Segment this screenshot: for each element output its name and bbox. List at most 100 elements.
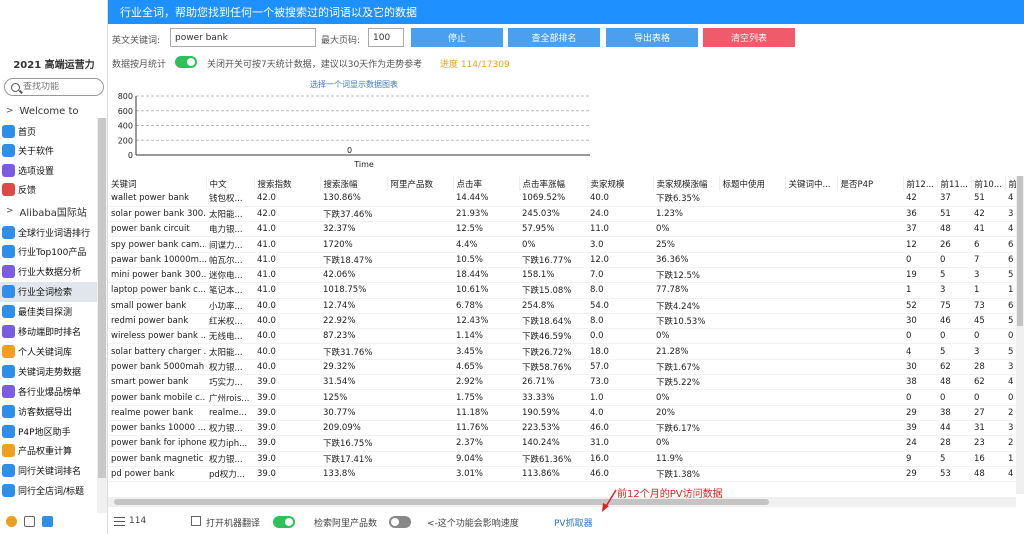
monthly-hint: 关闭开关可按7天统计数据，建议以30天作为走势参考 [207,60,423,70]
monthly-stats-toggle[interactable] [175,56,197,68]
table-row[interactable]: laptop power bank c... 笔记本... 41.0 1018.75%… [108,282,1016,299]
clear-list-button[interactable]: 清空列表 [703,28,795,47]
table-row[interactable]: pawar bank 10000m... 帕瓦尔... 41.0 下跌18.47% 10… [108,252,1016,268]
table-row[interactable]: power bank circuit 电力银... 41.0 32.37% 12.5% 5… [108,221,1016,238]
table-cell: 间谍力... [206,236,254,253]
column-header[interactable]: 搜索涨幅 [320,176,388,191]
table-cell: 5 [937,343,971,360]
column-header[interactable]: 前12... [903,176,938,191]
table-cell: 36 [903,206,937,223]
column-header[interactable]: 关键词中... [785,176,838,191]
table-horizontal-scrollbar[interactable] [108,497,1016,507]
table-row[interactable]: smart power bank 巧实力... 39.0 31.54% 2.92% 26.… [108,374,1016,391]
table-cell [719,374,785,391]
menu-icon[interactable] [114,517,125,526]
table-cell [387,282,453,299]
sidebar-item[interactable]: 全球行业词语排行 [0,222,100,242]
table-cell: 12 [903,236,937,253]
table-cell: 0 [937,252,971,268]
sidebar-group-alibaba[interactable]: > Alibaba国际站 [0,202,100,220]
table-row[interactable]: power banks 10000 ... 权力银... 39.0 209.09% 11… [108,420,1016,437]
sidebar-item[interactable]: 最佳类目探测 [0,302,100,322]
table-vertical-scrollbar-thumb[interactable] [1017,176,1023,326]
table-row[interactable]: solar power bank 300... 太阳能... 42.0 下跌37.46… [108,206,1016,223]
table-row[interactable]: solar battery charger ... 太阳能... 40.0 下跌31.… [108,343,1016,360]
table-cell: 48 [937,221,971,238]
sidebar-scrollbar[interactable] [97,118,107,513]
table-cell: 16 [971,451,1005,467]
sidebar-item[interactable]: 各行业爆品榜单 [0,381,100,401]
rank-all-button[interactable]: 查全部排名 [508,28,600,47]
menu-item-icon [2,464,15,478]
table-row[interactable]: small power bank 小功率... 40.0 12.74% 6.78% 254… [108,298,1016,314]
sidebar-item[interactable]: 同行全店词/标题 [0,481,100,501]
sidebar-item[interactable]: 移动端即时排名 [0,322,100,342]
table-row[interactable]: pd power bank pd权力... 39.0 133.8% 3.01% 113.8… [108,466,1016,483]
table-cell: 1720% [320,236,387,253]
sidebar-item[interactable]: 关键词走势数据 [0,361,100,381]
menu-item-icon [2,144,15,157]
sidebar-item[interactable]: 个人关键词库 [0,341,100,361]
window-icon[interactable] [24,516,35,527]
table-row[interactable]: mini power bank 300... 迷你电... 41.0 42.06% 18… [108,267,1016,284]
sidebar-item[interactable]: 行业Top100产品 [0,242,100,262]
column-header[interactable]: 阿里产品数 [387,176,454,191]
sidebar-item[interactable]: 反馈 [0,180,100,200]
translate-toggle[interactable] [273,516,295,528]
column-header[interactable]: 前11... [937,176,972,191]
table-cell: pawar bank 10000m... [108,252,206,268]
sidebar-group-welcome[interactable]: > Welcome to [0,102,100,120]
sidebar-item[interactable]: P4P地区助手 [0,421,100,441]
browser-icon[interactable] [6,516,17,527]
apps-icon[interactable] [42,516,53,527]
keyword-input[interactable] [170,28,316,47]
table-row[interactable]: realme power bank realme... 39.0 30.77% 11.1… [108,405,1016,421]
sidebar-search[interactable] [4,78,104,96]
column-header[interactable]: 中文 [206,176,255,191]
table-row[interactable]: power bank 5000mah 权力银... 40.0 29.32% 4.65% 下… [108,359,1016,376]
table-cell: 下跌17.41% [320,451,387,467]
table-cell [719,236,785,253]
sidebar-item[interactable]: 同行关键词排名 [0,461,100,481]
table-cell: 1.0 [587,389,653,406]
table-vertical-scrollbar[interactable] [1016,176,1024,494]
table-row[interactable]: wireless power bank ... 无线电... 40.0 87.23% 1… [108,328,1016,345]
sidebar-scrollbar-thumb[interactable] [98,118,106,478]
menu-item-icon [2,124,15,138]
sidebar-item[interactable]: 首页 [0,121,100,141]
column-header[interactable]: 是否P4P [837,176,904,191]
sidebar-search-input[interactable] [23,82,103,92]
monthly-stats-label: 数据按月统计 [112,60,167,70]
column-header[interactable]: 标题中使用 [719,176,786,191]
sidebar-item[interactable]: 关于软件 [0,141,100,161]
table-row[interactable]: redmi power bank 红米权... 40.0 22.92% 12.43% 下跌… [108,313,1016,330]
sidebar-item[interactable]: 访客数据导出 [0,401,100,421]
table-row[interactable]: power bank magnetic 权力银... 39.0 下跌17.41% 9.0… [108,451,1016,467]
table-cell: 4.4% [453,236,519,253]
column-header[interactable]: 关键词 [108,176,207,191]
table-row[interactable]: power bank for iphone 权力iph... 39.0 下跌16.75… [108,435,1016,452]
column-header[interactable]: 点击率涨幅 [519,176,588,191]
table-row[interactable]: power bank mobile c... 广州rois... 39.0 125% 1… [108,389,1016,406]
export-table-button[interactable]: 导出表格 [606,28,698,47]
table-row[interactable]: spy power bank cam... 间谍力... 41.0 1720% 4.4%… [108,236,1016,253]
table-row[interactable]: wallet power bank 钱包权... 42.0 130.86% 14.44%… [108,191,1016,207]
sidebar-item[interactable]: 行业大数据分析 [0,262,100,282]
table-cell: 39.0 [254,374,320,391]
stop-button[interactable]: 停止 [411,28,503,47]
sidebar-item[interactable]: 产品权重计算 [0,441,100,461]
table-cell: 9 [903,451,937,467]
column-header[interactable]: 卖家规模涨幅 [653,176,720,191]
column-header[interactable]: 卖家规模 [587,176,654,191]
column-header[interactable]: 点击率 [453,176,520,191]
column-header[interactable]: 前 [1005,176,1016,191]
table-cell: 笔记本... [206,282,254,299]
max-page-input[interactable] [368,28,404,47]
table-cell: solar battery charger ... [108,343,206,360]
sidebar-item[interactable]: 选项设置 [0,160,100,180]
column-header[interactable]: 前10... [971,176,1006,191]
sidebar-item[interactable]: 行业全词检索 [0,281,100,302]
column-header[interactable]: 搜索指数 [254,176,321,191]
ali-count-toggle[interactable] [389,516,411,528]
pv-grabber-link[interactable]: PV抓取器 [554,516,593,529]
